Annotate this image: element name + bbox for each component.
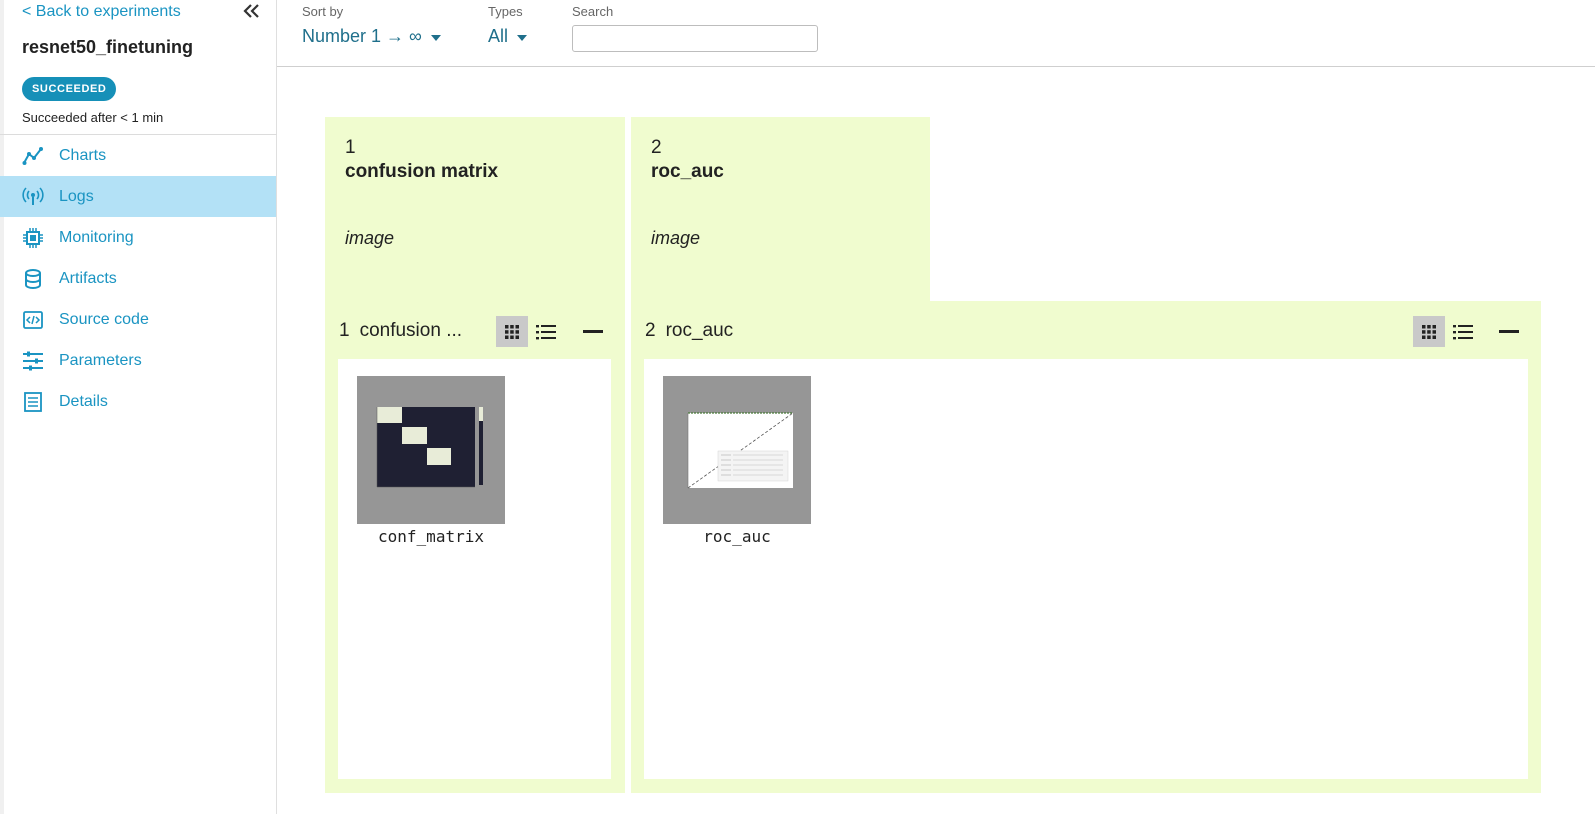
confusion-matrix-thumbnail[interactable] (357, 376, 505, 524)
toolbar: Sort by Number 1 → ∞ Types All Search (277, 0, 1595, 67)
sort-label: Sort by (302, 4, 344, 19)
experiment-name: resnet50_finetuning (22, 37, 194, 57)
sidebar-item-artifacts[interactable]: Artifacts (0, 258, 276, 299)
status-text: Succeeded after < 1 min (22, 110, 164, 125)
channel-number: 1 (345, 137, 356, 158)
sidebar-item-charts[interactable]: Charts (0, 135, 276, 176)
document-icon (22, 391, 44, 413)
channel-name: roc_auc (651, 161, 724, 182)
channel-number: 2 (651, 137, 662, 158)
panel-header: 1 confusion ... (325, 301, 625, 358)
types-label: Types (488, 4, 523, 19)
sidebar-item-label: Logs (59, 187, 94, 205)
status-badge: SUCCEEDED (22, 77, 117, 101)
roc-auc-thumbnail[interactable] (663, 376, 811, 524)
image-caption: roc_auc (703, 527, 771, 546)
search-input[interactable] (572, 25, 818, 52)
database-icon (22, 268, 44, 290)
collapse-sidebar-icon[interactable] (240, 0, 264, 24)
sidebar-nav: Charts Logs Monitoring Artifacts Source … (0, 135, 276, 422)
channel-name: confusion matrix (345, 161, 499, 182)
panel-body: roc_auc (644, 359, 1528, 779)
caret-down-icon (517, 35, 528, 41)
sidebar-item-label: Monitoring (59, 228, 134, 246)
app-root: < Back to experiments resnet50_finetunin… (0, 0, 1595, 814)
panel-header: 2 roc_auc (631, 301, 1541, 358)
minimize-icon[interactable] (577, 316, 609, 347)
channel-type: image (651, 228, 701, 248)
sidebar-item-label: Source code (59, 310, 149, 328)
sidebar-item-details[interactable]: Details (0, 381, 276, 422)
sidebar-item-source-code[interactable]: Source code (0, 299, 276, 340)
sidebar-item-logs[interactable]: Logs (0, 176, 276, 217)
channel-type: image (345, 228, 395, 248)
sidebar-item-label: Artifacts (59, 269, 117, 287)
search-label: Search (572, 4, 614, 19)
panel-body: conf_matrix (338, 359, 611, 779)
sort-dropdown[interactable]: Number 1 → ∞ (302, 26, 441, 47)
panel-number: 1 (339, 320, 350, 341)
minimize-icon[interactable] (1493, 316, 1525, 347)
panel-title: 2 roc_auc (645, 320, 733, 342)
sidebar-item-monitoring[interactable]: Monitoring (0, 217, 276, 258)
sort-value: Number 1 → ∞ (302, 26, 422, 46)
code-file-icon (22, 309, 44, 331)
sidebar-item-parameters[interactable]: Parameters (0, 340, 276, 381)
grid-view-icon[interactable] (496, 316, 528, 347)
back-to-experiments-link[interactable]: < Back to experiments (22, 3, 181, 21)
chip-icon (22, 227, 44, 249)
panel-name: confusion ... (359, 320, 463, 341)
list-view-icon[interactable] (530, 316, 562, 347)
channel-card-confusion-matrix[interactable]: 1 confusion matrix image (325, 117, 625, 301)
channel-card-roc-auc[interactable]: 2 roc_auc image (631, 117, 930, 301)
panel-name: roc_auc (665, 320, 734, 341)
panel-title: 1 confusion ... (339, 320, 462, 342)
types-value: All (488, 26, 509, 46)
image-panel-roc-auc: 2 roc_auc roc_auc (631, 301, 1541, 793)
list-view-icon[interactable] (1447, 316, 1479, 347)
sidebar-item-label: Charts (59, 146, 107, 164)
image-caption: conf_matrix (378, 527, 484, 546)
caret-down-icon (430, 35, 441, 41)
antenna-icon (22, 186, 44, 208)
grid-view-icon[interactable] (1413, 316, 1445, 347)
sidebar-item-label: Details (59, 392, 108, 410)
image-panel-confusion-matrix: 1 confusion ... conf_matrix (325, 301, 625, 793)
sidebar-item-label: Parameters (59, 351, 142, 369)
panel-number: 2 (645, 320, 656, 341)
sliders-icon (22, 350, 44, 372)
sidebar: < Back to experiments resnet50_finetunin… (0, 0, 277, 814)
types-dropdown[interactable]: All (488, 26, 528, 47)
chart-line-icon (22, 145, 44, 167)
